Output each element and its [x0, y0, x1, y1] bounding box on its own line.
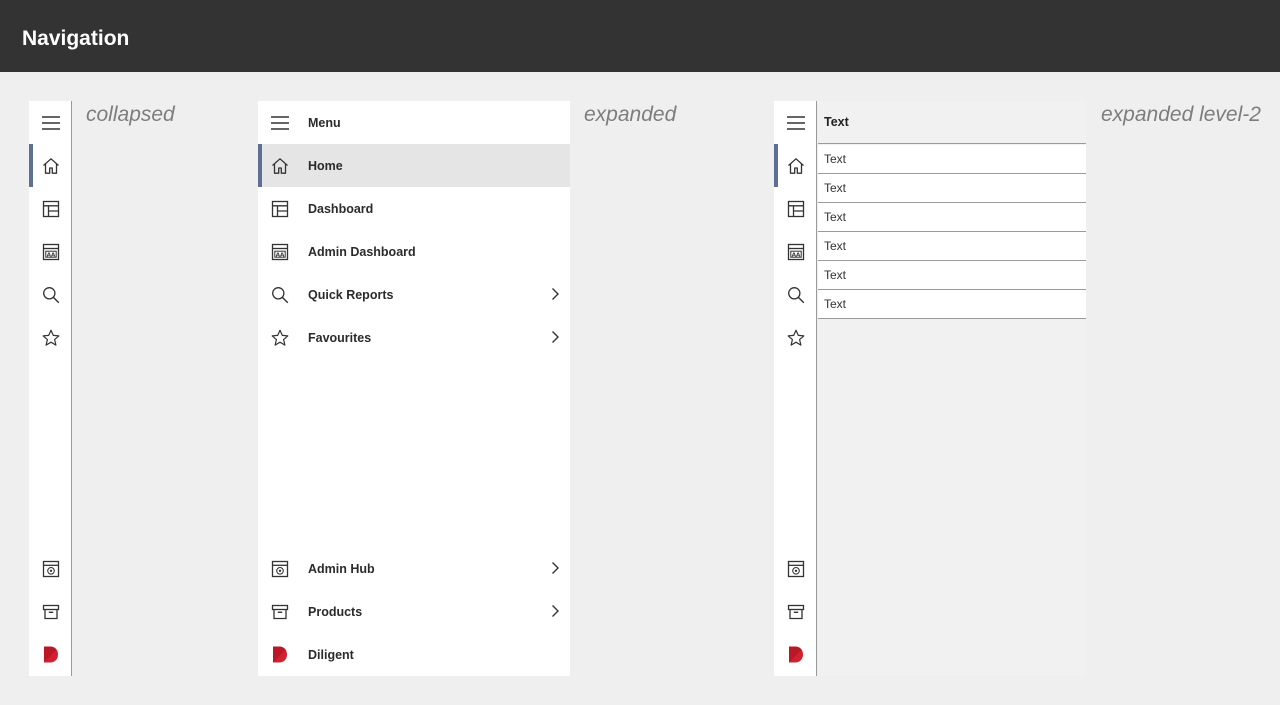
chevron-right-icon [548, 561, 562, 575]
home-icon [258, 144, 301, 187]
menu-toggle-button[interactable] [774, 101, 817, 144]
nav-item-admin-dashboard[interactable]: AA Admin Dashboard [258, 230, 570, 273]
admin-hub-icon [787, 560, 805, 578]
rail-item-favourites[interactable] [29, 316, 72, 359]
admin-dashboard-icon: AA [258, 230, 301, 273]
rail-item-diligent[interactable] [29, 633, 72, 676]
rail-item-admin-dashboard[interactable]: AA [29, 230, 72, 273]
diligent-logo-icon [258, 633, 301, 676]
nav-item-quick-reports[interactable]: Quick Reports [258, 273, 570, 316]
search-icon [42, 286, 60, 304]
rail-item-admin-hub[interactable] [29, 547, 72, 590]
nav-item-products[interactable]: Products [258, 590, 570, 633]
nav-item-label: Products [308, 604, 363, 619]
dashboard-icon [258, 187, 301, 230]
submenu-item[interactable]: Text [818, 203, 1086, 232]
nav-item-admin-hub[interactable]: Admin Hub [258, 547, 570, 590]
page-title: Navigation [22, 27, 130, 50]
nav-item-home[interactable]: Home [258, 144, 570, 187]
menu-header-label: Menu [308, 115, 341, 130]
star-icon [42, 329, 60, 347]
search-icon [787, 286, 805, 304]
rail-item-products[interactable] [774, 590, 817, 633]
nav-item-label: Favourites [308, 330, 372, 345]
chevron-right-icon [548, 330, 562, 344]
submenu-item[interactable]: Text [818, 174, 1086, 203]
nav-item-diligent[interactable]: Diligent [258, 633, 570, 676]
chevron-right-icon [548, 287, 562, 301]
submenu-item[interactable]: Text [818, 232, 1086, 261]
rail-item-admin-hub[interactable] [774, 547, 817, 590]
search-icon [258, 273, 301, 316]
submenu-item[interactable]: Text [818, 145, 1086, 174]
rail-item-quick-reports[interactable] [774, 273, 817, 316]
archive-box-icon [42, 603, 60, 621]
admin-dashboard-icon: AA [42, 243, 60, 261]
variant-label-expanded: expanded [584, 103, 677, 126]
rail-item-home[interactable] [774, 144, 817, 187]
rail-item-home[interactable] [29, 144, 72, 187]
archive-box-icon [258, 590, 301, 633]
submenu-item[interactable]: Text [818, 290, 1086, 319]
collapsed-nav-rail: AA [29, 101, 72, 676]
dashboard-icon [787, 200, 805, 218]
nav-item-dashboard[interactable]: Dashboard [258, 187, 570, 230]
dashboard-icon [42, 200, 60, 218]
rail-item-quick-reports[interactable] [29, 273, 72, 316]
hamburger-icon [786, 115, 805, 130]
admin-dashboard-icon: AA [787, 243, 805, 261]
nav-item-label: Diligent [308, 647, 354, 662]
hamburger-icon [258, 101, 301, 144]
hamburger-icon [41, 115, 60, 130]
variant-label-collapsed: collapsed [86, 103, 175, 126]
expanded-nav-panel: Menu Home Dashboard AA Admin Dashboard Q… [258, 101, 570, 676]
admin-hub-icon [42, 560, 60, 578]
svg-text:AA: AA [46, 252, 55, 258]
submenu-item[interactable]: Text [818, 261, 1086, 290]
nav-item-label: Home [308, 158, 343, 173]
nav-item-label: Quick Reports [308, 287, 394, 302]
svg-text:AA: AA [275, 252, 284, 258]
variant-label-expanded-level-2: expanded level-2 [1101, 103, 1261, 126]
svg-text:AA: AA [791, 252, 800, 258]
nav-item-favourites[interactable]: Favourites [258, 316, 570, 359]
admin-hub-icon [258, 547, 301, 590]
rail-item-favourites[interactable] [774, 316, 817, 359]
menu-toggle-button[interactable] [29, 101, 72, 144]
star-icon [258, 316, 301, 359]
submenu-header: Text [818, 101, 1086, 144]
diligent-logo-icon [788, 646, 804, 663]
rail-item-dashboard[interactable] [774, 187, 817, 230]
nav-item-label: Dashboard [308, 201, 374, 216]
diligent-logo-icon [43, 646, 59, 663]
rail-item-products[interactable] [29, 590, 72, 633]
home-icon [787, 157, 805, 175]
archive-box-icon [787, 603, 805, 621]
nav-item-label: Admin Dashboard [308, 244, 416, 259]
home-icon [42, 157, 60, 175]
star-icon [787, 329, 805, 347]
rail-item-diligent[interactable] [774, 633, 817, 676]
rail-item-admin-dashboard[interactable]: AA [774, 230, 817, 273]
level2-submenu: Text Text Text Text Text Text Text [818, 101, 1086, 676]
rail-item-dashboard[interactable] [29, 187, 72, 230]
app-header: Navigation [0, 0, 1280, 72]
level2-nav-rail: AA [774, 101, 817, 676]
nav-item-label: Admin Hub [308, 561, 375, 576]
chevron-right-icon [548, 604, 562, 618]
menu-header-toggle[interactable]: Menu [258, 101, 570, 144]
